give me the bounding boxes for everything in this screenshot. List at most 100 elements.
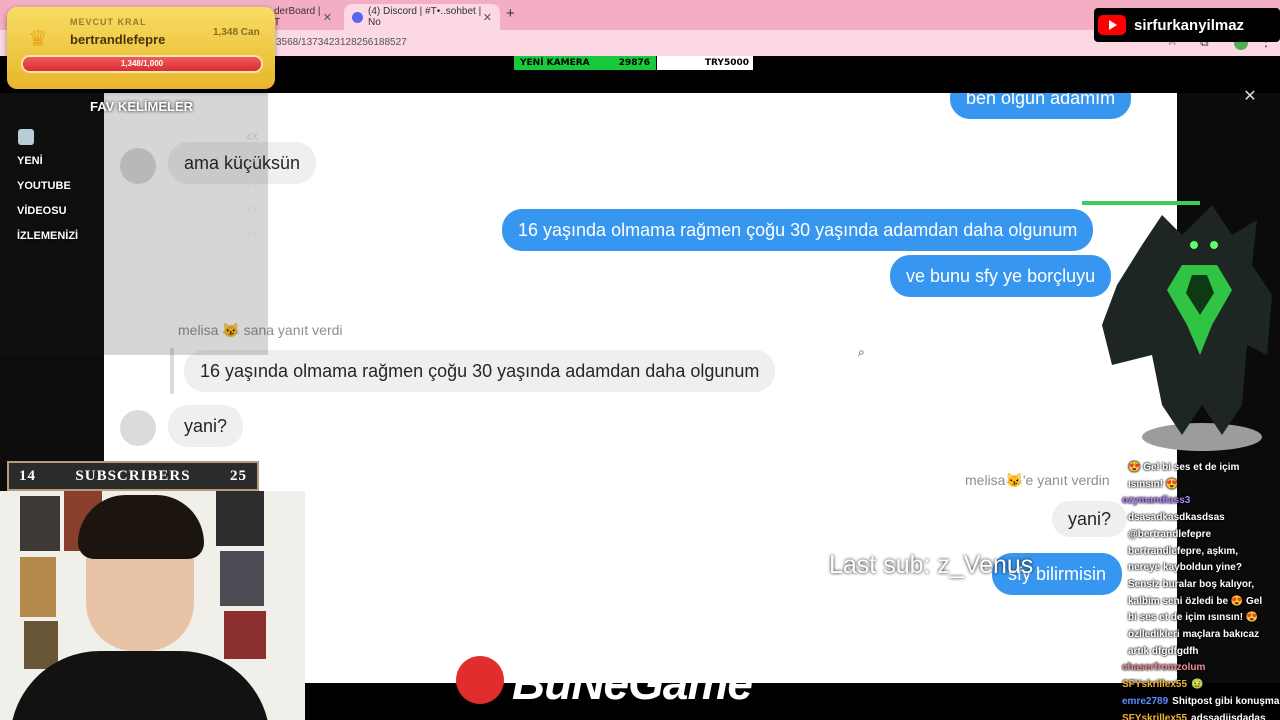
chat-message: kalbim seni özledi be 😍 Gel bbox=[1128, 595, 1263, 607]
tab-discord-label: (4) Discord | #T•..sohbet | No bbox=[368, 6, 482, 28]
chat-line: SFYskrillex55 🤢 bbox=[1122, 679, 1280, 690]
chat-username: SFYskrillex55 bbox=[1122, 679, 1188, 691]
chat-message: 🤢 bbox=[1191, 679, 1204, 691]
try-goal: TRY5000 bbox=[657, 56, 753, 70]
chat-message: ısınsın! 😍 bbox=[1128, 478, 1179, 490]
message-out: 16 yaşında olmama rağmen çoğu 30 yaşında… bbox=[502, 209, 1094, 251]
chat-message: özlledikleri maçlara bakıcaz bbox=[1128, 629, 1260, 640]
zoom-icon: ⌕ bbox=[858, 345, 865, 359]
chat-message: nereye kayboldun yine? bbox=[1128, 562, 1242, 574]
fav-word-icon bbox=[18, 129, 34, 145]
chat-line: ısınsın! 😍 bbox=[1122, 479, 1280, 490]
fav-word-count: 1X bbox=[246, 155, 259, 166]
message-in-quoted: 16 yaşında olmama rağmen çoğu 30 yaşında… bbox=[184, 350, 776, 392]
chat-line: @bertrandlefepre bbox=[1122, 529, 1280, 540]
subscribers-bar: 14 SUBSCRIBERS 25 bbox=[7, 461, 259, 491]
subscribers-label: SUBSCRIBERS bbox=[75, 467, 191, 484]
brand-logo-text: BuNeGame bbox=[512, 657, 753, 709]
chat-username: ozymandiass3 bbox=[1122, 495, 1191, 507]
new-camera-goal: YENİ KAMERA 29876 bbox=[514, 56, 656, 70]
tab-close-icon[interactable]: ✕ bbox=[483, 11, 492, 24]
stream-screen: derBoard | T ✕ (4) Discord | #T•..sohbet… bbox=[0, 0, 1280, 720]
monster-icon bbox=[1102, 205, 1272, 451]
fav-word-count: 1X bbox=[246, 230, 259, 241]
last-sub-label: Last sub: z_Venus bbox=[829, 551, 1034, 579]
youtube-badge: sirfurkanyilmaz bbox=[1094, 8, 1280, 42]
chat-line: kalbim seni özledi be 😍 Gel bbox=[1122, 596, 1280, 607]
chat-line: Sensiz buralar boş kalıyor, bbox=[1122, 579, 1280, 590]
chat-message: bertrandlefepre, aşkım, bbox=[1128, 545, 1239, 557]
current-king-card: ♛ MEVCUT KRAL bertrandlefepre 1,348 Can … bbox=[7, 7, 275, 89]
person-hair bbox=[78, 495, 204, 559]
new-tab-button[interactable]: + bbox=[506, 5, 515, 22]
poster bbox=[24, 621, 58, 669]
message-quoted: yani? bbox=[1052, 501, 1128, 537]
fav-word-count: 1X bbox=[246, 205, 259, 216]
chat-line: nereye kayboldun yine? bbox=[1122, 562, 1280, 573]
fav-word-row: VİDEOSU 1X bbox=[0, 200, 268, 224]
chat-username: emre2789 bbox=[1122, 695, 1169, 707]
chat-message: Sensiz buralar boş kalıyor, bbox=[1128, 578, 1255, 590]
fav-word-row: YOUTUBE 1X bbox=[0, 175, 268, 199]
chat-line: bi ses et de içim ısınsın! 😍 bbox=[1122, 612, 1280, 623]
tab-leaderboard-label: derBoard | T bbox=[274, 6, 321, 28]
avatar bbox=[120, 410, 156, 446]
chat-line: SFYskrillex55 adssadjjsdadas bbox=[1122, 713, 1280, 720]
reply-label: melisa😼'e yanıt verdin bbox=[965, 472, 1110, 488]
chat-line: 😍 Gel bi ses et de içim bbox=[1122, 462, 1280, 473]
poster bbox=[216, 491, 264, 546]
youtube-icon bbox=[1098, 15, 1126, 35]
chat-line: chaserfromzolum bbox=[1122, 662, 1280, 673]
try-goal-value: TRY5000 bbox=[704, 58, 749, 68]
chat-line: emre2789Shitpost gibi konuşma amk bbox=[1122, 696, 1280, 707]
chat-line: bertrandlefepre, aşkım, bbox=[1122, 546, 1280, 557]
king-title: MEVCUT KRAL bbox=[70, 17, 147, 27]
tab-close-icon[interactable]: ✕ bbox=[323, 11, 332, 24]
chat-message: dsasadkasdkasdsas bbox=[1128, 512, 1225, 524]
youtube-channel: sirfurkanyilmaz bbox=[1134, 16, 1245, 34]
message-in: yani? bbox=[168, 405, 244, 447]
fav-words-title: FAV KELİMELER bbox=[90, 99, 194, 114]
chat-message: 😍 Gel bi ses et de içim bbox=[1128, 462, 1240, 473]
poster bbox=[220, 551, 264, 606]
chat-line: artık dfgdfgdfh bbox=[1122, 646, 1280, 657]
fav-top-count: 4X bbox=[246, 132, 259, 143]
king-progress-text: 1,348/1,000 bbox=[120, 59, 164, 68]
chat-message: Shitpost gibi konuşma amk bbox=[1172, 695, 1280, 707]
stream-chat: 😍 Gel bi ses et de içim ısınsın! 😍 ozymand… bbox=[1122, 460, 1280, 720]
close-icon[interactable]: ✕ bbox=[1238, 84, 1262, 108]
url-field[interactable]: 3568/1373423128256188527 bbox=[276, 37, 407, 48]
fav-word-row: İZLEMENİZİ 1X bbox=[0, 225, 268, 249]
fav-word-row: YENİ 1X bbox=[0, 150, 268, 174]
king-progress-bar: 1,348/1,000 bbox=[21, 55, 263, 73]
fav-word-count: 1X bbox=[246, 180, 259, 191]
camera-goal-value: 29876 bbox=[618, 58, 650, 68]
webcam-feed bbox=[0, 491, 305, 720]
poster bbox=[224, 611, 266, 659]
fav-word: YENİ bbox=[17, 155, 43, 167]
fav-words-panel bbox=[0, 93, 268, 355]
discord-icon bbox=[352, 11, 363, 23]
chat-line: özlledikleri maçlara bakıcaz bbox=[1122, 629, 1280, 640]
chat-message: @bertrandlefepre bbox=[1128, 528, 1212, 540]
message-out: ben olgun adamım bbox=[950, 93, 1132, 119]
message-out: ve bunu sfy ye borçluyu bbox=[890, 255, 1112, 297]
fav-word: VİDEOSU bbox=[17, 205, 67, 217]
tab-leaderboard[interactable]: derBoard | T ✕ bbox=[266, 4, 340, 30]
chat-message: bi ses et de içim ısınsın! 😍 bbox=[1128, 612, 1259, 624]
chat-username: SFYskrillex55 bbox=[1122, 712, 1188, 720]
poster bbox=[20, 496, 60, 551]
king-can: 1,348 Can bbox=[213, 27, 260, 38]
fav-word: YOUTUBE bbox=[17, 180, 71, 192]
king-name: bertrandlefepre bbox=[70, 32, 166, 47]
chat-username: chaserfromzolum bbox=[1122, 662, 1206, 674]
poster bbox=[20, 557, 56, 617]
chat-line: ozymandiass3 bbox=[1122, 495, 1280, 506]
fav-word: İZLEMENİZİ bbox=[17, 230, 79, 242]
chat-line: dsasadkasdkasdsas bbox=[1122, 512, 1280, 523]
chat-message: artık dfgdfgdfh bbox=[1128, 645, 1199, 657]
camera-goal-label: YENİ KAMERA bbox=[520, 58, 590, 68]
tab-discord[interactable]: (4) Discord | #T•..sohbet | No ✕ bbox=[344, 4, 500, 30]
logo-mark-icon bbox=[456, 656, 504, 704]
subscribers-current: 14 bbox=[19, 467, 36, 484]
